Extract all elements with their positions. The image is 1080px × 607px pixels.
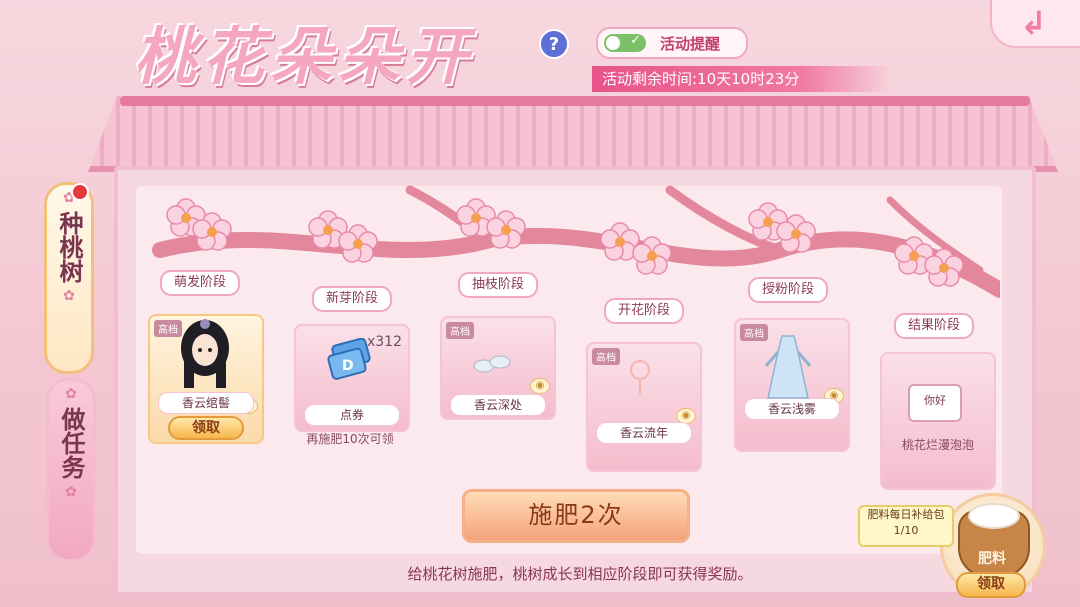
stage-label-fruit: 结果阶段 (894, 313, 975, 339)
reminder-toggle[interactable]: ✓ 活动提醒 (596, 27, 748, 59)
hairpin-icon (630, 360, 650, 394)
tab-do-tasks[interactable]: ✿ 做任务 ✿ (46, 378, 96, 562)
stage-label-branch: 抽枝阶段 (458, 272, 539, 298)
flower-icon: ✿ (65, 484, 77, 500)
fertilizer-claim-button[interactable]: 领取 (956, 572, 1026, 598)
unlock-note: 再施肥10次可领 (306, 432, 394, 446)
back-button[interactable]: ↲ (990, 0, 1080, 48)
check-icon: ✓ (630, 33, 641, 48)
stage-label-sprout: 萌发阶段 (160, 270, 241, 296)
event-title: 桃花朵朵开 (134, 20, 475, 93)
fertilizer-bubble-count: 1/10 (893, 524, 919, 537)
fertilize-button[interactable]: 施肥2次 (462, 489, 690, 543)
stage-label-bloom: 开花阶段 (604, 298, 685, 324)
coupon-icon: D (327, 338, 371, 380)
hint-text: 给桃花树施肥，桃树成长到相应阶段即可获得奖励。 (407, 565, 753, 583)
reward-name: 桃花烂漫泡泡 (901, 438, 974, 452)
peach-branch (152, 185, 1000, 298)
return-arrow-icon: ↲ (1020, 4, 1047, 42)
chat-bubble-icon: 你好 (908, 384, 962, 422)
shoes-icon (473, 355, 511, 373)
reward-name: 香云绾髻 (158, 392, 254, 414)
claim-button[interactable]: 领取 (168, 416, 244, 440)
help-button[interactable]: ? (539, 29, 569, 59)
roof-ridge (120, 96, 1030, 106)
hairstyle-avatar-icon (181, 319, 229, 388)
tier-tag: 高档 (592, 348, 620, 365)
fertilizer-top (968, 503, 1020, 529)
flower-icon: ✿ (63, 288, 75, 304)
tab-plant-tree[interactable]: ✿ 种桃树 ✿ (44, 182, 94, 374)
notification-badge (71, 183, 89, 201)
preview-eye-icon[interactable]: ◉ (530, 378, 550, 394)
fertilizer-bubble-title: 肥料每日补给包 (867, 508, 945, 521)
reward-name: 香云流年 (596, 422, 692, 444)
tier-tag: 高档 (446, 322, 474, 339)
toggle-knob (606, 36, 620, 50)
toggle-switch[interactable]: ✓ (604, 33, 646, 52)
stage-label-pollinate: 授粉阶段 (748, 277, 829, 303)
stage-label-bud: 新芽阶段 (312, 286, 393, 312)
reward-name: 点券 (304, 404, 400, 426)
sack-label: 肥料 (978, 551, 1006, 567)
pavilion-roof (88, 96, 1058, 172)
reminder-label: 活动提醒 (660, 34, 721, 53)
dress-icon (764, 335, 812, 399)
tab-plant-label: 种桃树 (55, 211, 83, 283)
tab-task-label: 做任务 (57, 407, 85, 479)
fertilizer-bubble: 肥料每日补给包 1/10 (858, 505, 954, 547)
flower-icon: ✿ (65, 386, 77, 402)
remaining-time: 活动剩余时间:10天10时23分 (592, 66, 892, 92)
svg-text:D: D (342, 358, 354, 374)
reward-name: 香云深处 (450, 394, 546, 416)
